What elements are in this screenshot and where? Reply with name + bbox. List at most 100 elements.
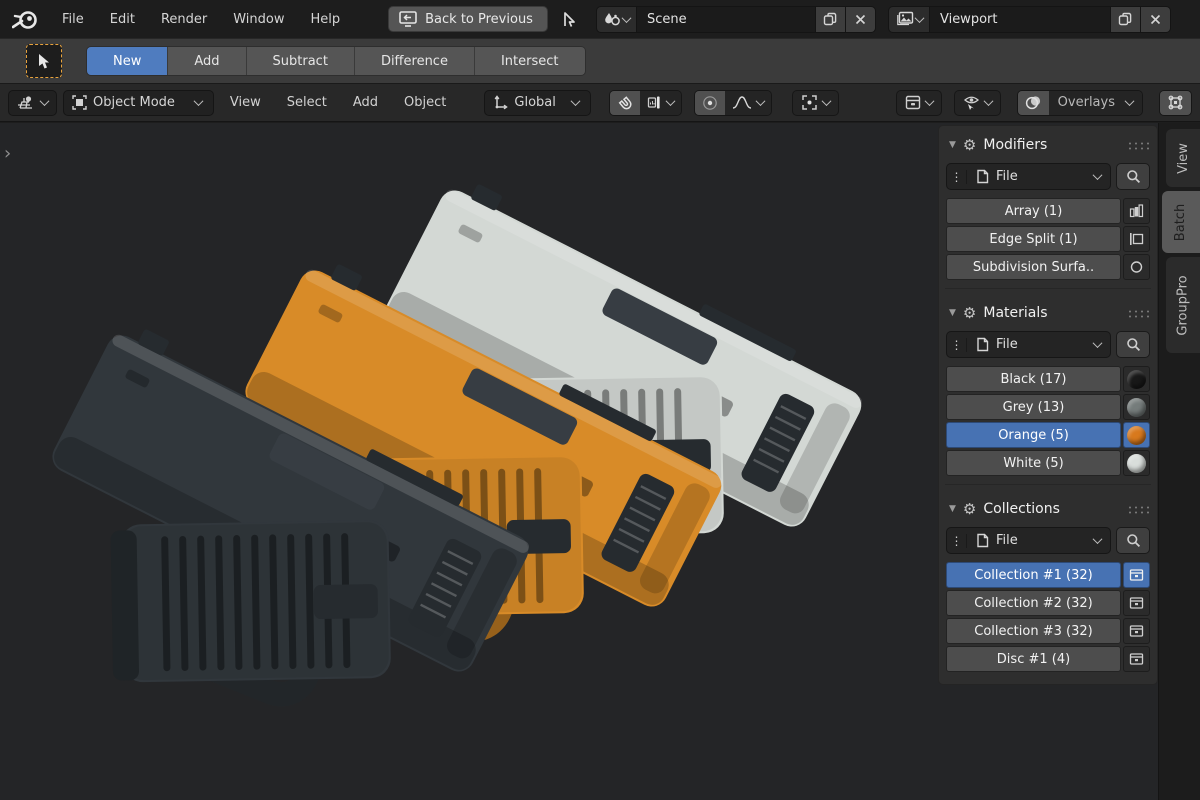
- object-visibility-dropdown[interactable]: [895, 89, 942, 116]
- materials-search-button[interactable]: [1116, 331, 1150, 358]
- menu-window[interactable]: Window: [221, 7, 296, 32]
- search-icon: [1126, 170, 1140, 184]
- gizmos-toggle-group: [1159, 89, 1192, 116]
- collections-filter-dropdown[interactable]: ⋮ File: [946, 527, 1111, 554]
- sidebar-tab-strip: View Batch GroupPro: [1158, 123, 1200, 800]
- toolbar-expand-chevron[interactable]: ›: [4, 145, 11, 163]
- collection-disc-button[interactable]: Disc #1 (4): [946, 646, 1121, 672]
- material-grey-button[interactable]: Grey (13): [946, 394, 1121, 420]
- viewlayer-selector[interactable]: Viewport: [887, 5, 1171, 33]
- boolean-difference-button[interactable]: Difference: [354, 47, 475, 75]
- collection-2-button[interactable]: Collection #2 (32): [946, 590, 1121, 616]
- collection-box-icon[interactable]: [1123, 590, 1150, 616]
- gizmos-toggle[interactable]: [1160, 90, 1191, 115]
- menu-help[interactable]: Help: [299, 7, 353, 32]
- panel-drag-handle[interactable]: [1127, 140, 1149, 150]
- material-row-black: Black (17): [946, 366, 1150, 392]
- show-gizmo-dropdown[interactable]: [953, 89, 1001, 116]
- proportional-edit-toggle[interactable]: [694, 90, 725, 115]
- panel-header-modifiers[interactable]: ▼ ⚙ Modifiers: [943, 132, 1153, 159]
- material-white-button[interactable]: White (5): [946, 450, 1121, 476]
- collection-box-icon[interactable]: [1123, 618, 1150, 644]
- panel-drag-handle[interactable]: [1127, 308, 1149, 318]
- snap-settings-dropdown[interactable]: [639, 90, 681, 115]
- file-icon: [975, 533, 990, 548]
- mode-label: Object Mode: [93, 95, 175, 110]
- collections-search-button[interactable]: [1116, 527, 1150, 554]
- chevron-down-icon: [1124, 96, 1135, 107]
- options-dots-icon[interactable]: ⋮: [947, 337, 967, 352]
- subdivision-modifier-icon[interactable]: [1123, 254, 1150, 280]
- menu-file[interactable]: File: [50, 7, 96, 32]
- modifiers-filter-dropdown[interactable]: ⋮ File: [946, 163, 1111, 190]
- panel-header-collections[interactable]: ▼ ⚙ Collections: [943, 496, 1153, 523]
- chevron-down-icon: [924, 96, 935, 107]
- viewlayer-close-button[interactable]: [1139, 6, 1170, 32]
- boolean-add-button[interactable]: Add: [168, 47, 247, 75]
- transform-orientation-dropdown[interactable]: Global: [484, 89, 591, 116]
- panel-drag-handle[interactable]: [1127, 504, 1149, 514]
- options-dots-icon[interactable]: ⋮: [947, 533, 967, 548]
- menu-select[interactable]: Select: [277, 91, 337, 114]
- material-swatch-white[interactable]: [1123, 450, 1150, 476]
- overlays-toggle[interactable]: [1017, 90, 1049, 115]
- overlays-dropdown[interactable]: Overlays: [1048, 90, 1142, 115]
- menu-render[interactable]: Render: [149, 7, 219, 32]
- edge-split-modifier-icon[interactable]: [1123, 226, 1150, 252]
- editor-type-button[interactable]: [8, 89, 57, 116]
- scene-name-field[interactable]: Scene: [636, 6, 815, 32]
- boolean-subtract-button[interactable]: Subtract: [246, 47, 355, 75]
- array-modifier-icon[interactable]: [1123, 198, 1150, 224]
- collection-box-icon[interactable]: [1123, 646, 1150, 672]
- back-to-previous-button[interactable]: Back to Previous: [388, 6, 548, 32]
- options-dots-icon[interactable]: ⋮: [947, 169, 967, 184]
- collection-3-button[interactable]: Collection #3 (32): [946, 618, 1121, 644]
- panel-title: Materials: [983, 305, 1048, 321]
- material-swatch-black[interactable]: [1123, 366, 1150, 392]
- viewlayer-name-field[interactable]: Viewport: [929, 6, 1110, 32]
- material-orange-button[interactable]: Orange (5): [946, 422, 1121, 448]
- panel-header-materials[interactable]: ▼ ⚙ Materials: [943, 300, 1153, 327]
- modifier-array-button[interactable]: Array (1): [946, 198, 1121, 224]
- modifiers-search-button[interactable]: [1116, 163, 1150, 190]
- menu-edit[interactable]: Edit: [98, 7, 147, 32]
- modifier-edge-split-button[interactable]: Edge Split (1): [946, 226, 1121, 252]
- search-icon: [1126, 534, 1140, 548]
- sidebar-tab-view[interactable]: View: [1166, 129, 1200, 187]
- material-swatch-grey[interactable]: [1123, 394, 1150, 420]
- materials-filter-dropdown[interactable]: ⋮ File: [946, 331, 1111, 358]
- menu-view[interactable]: View: [220, 91, 271, 114]
- collection-1-button[interactable]: Collection #1 (32): [946, 562, 1121, 588]
- collapse-triangle-icon[interactable]: ▼: [949, 308, 956, 318]
- filter-value: File: [996, 533, 1018, 548]
- chevron-down-icon: [570, 96, 581, 107]
- back-to-previous-label: Back to Previous: [425, 11, 533, 27]
- modifier-subsurf-button[interactable]: Subdivision Surfa..: [946, 254, 1121, 280]
- pivot-point-dropdown[interactable]: [791, 89, 839, 116]
- scene-selector[interactable]: Scene: [595, 5, 876, 33]
- viewlayer-browse-button[interactable]: [888, 6, 930, 32]
- material-swatch-orange[interactable]: [1123, 422, 1150, 448]
- boolean-intersect-button[interactable]: Intersect: [474, 47, 585, 75]
- scene-close-button[interactable]: [844, 6, 875, 32]
- menu-add[interactable]: Add: [343, 91, 388, 114]
- material-black-button[interactable]: Black (17): [946, 366, 1121, 392]
- scene-browse-button[interactable]: [596, 6, 637, 32]
- scene-copy-button[interactable]: [814, 6, 845, 32]
- sidebar-tab-grouppro[interactable]: GroupPro: [1166, 257, 1200, 353]
- snapping-group: [608, 89, 682, 116]
- mode-dropdown[interactable]: Object Mode: [63, 89, 214, 116]
- proportional-falloff-dropdown[interactable]: [724, 90, 771, 115]
- active-tool-select-box[interactable]: [26, 44, 62, 78]
- sidebar-tab-batch[interactable]: Batch: [1162, 191, 1200, 253]
- boolean-new-button[interactable]: New: [87, 47, 169, 75]
- collapse-triangle-icon[interactable]: ▼: [949, 504, 956, 514]
- view3d-header: Object Mode View Select Add Object Globa…: [0, 84, 1200, 122]
- menu-object[interactable]: Object: [394, 91, 456, 114]
- viewlayer-copy-button[interactable]: [1109, 6, 1140, 32]
- snap-toggle-button[interactable]: [609, 90, 640, 115]
- chevron-down-icon: [1092, 534, 1103, 545]
- collection-box-icon[interactable]: [1123, 562, 1150, 588]
- blender-logo-icon[interactable]: [10, 6, 40, 32]
- collapse-triangle-icon[interactable]: ▼: [949, 140, 956, 150]
